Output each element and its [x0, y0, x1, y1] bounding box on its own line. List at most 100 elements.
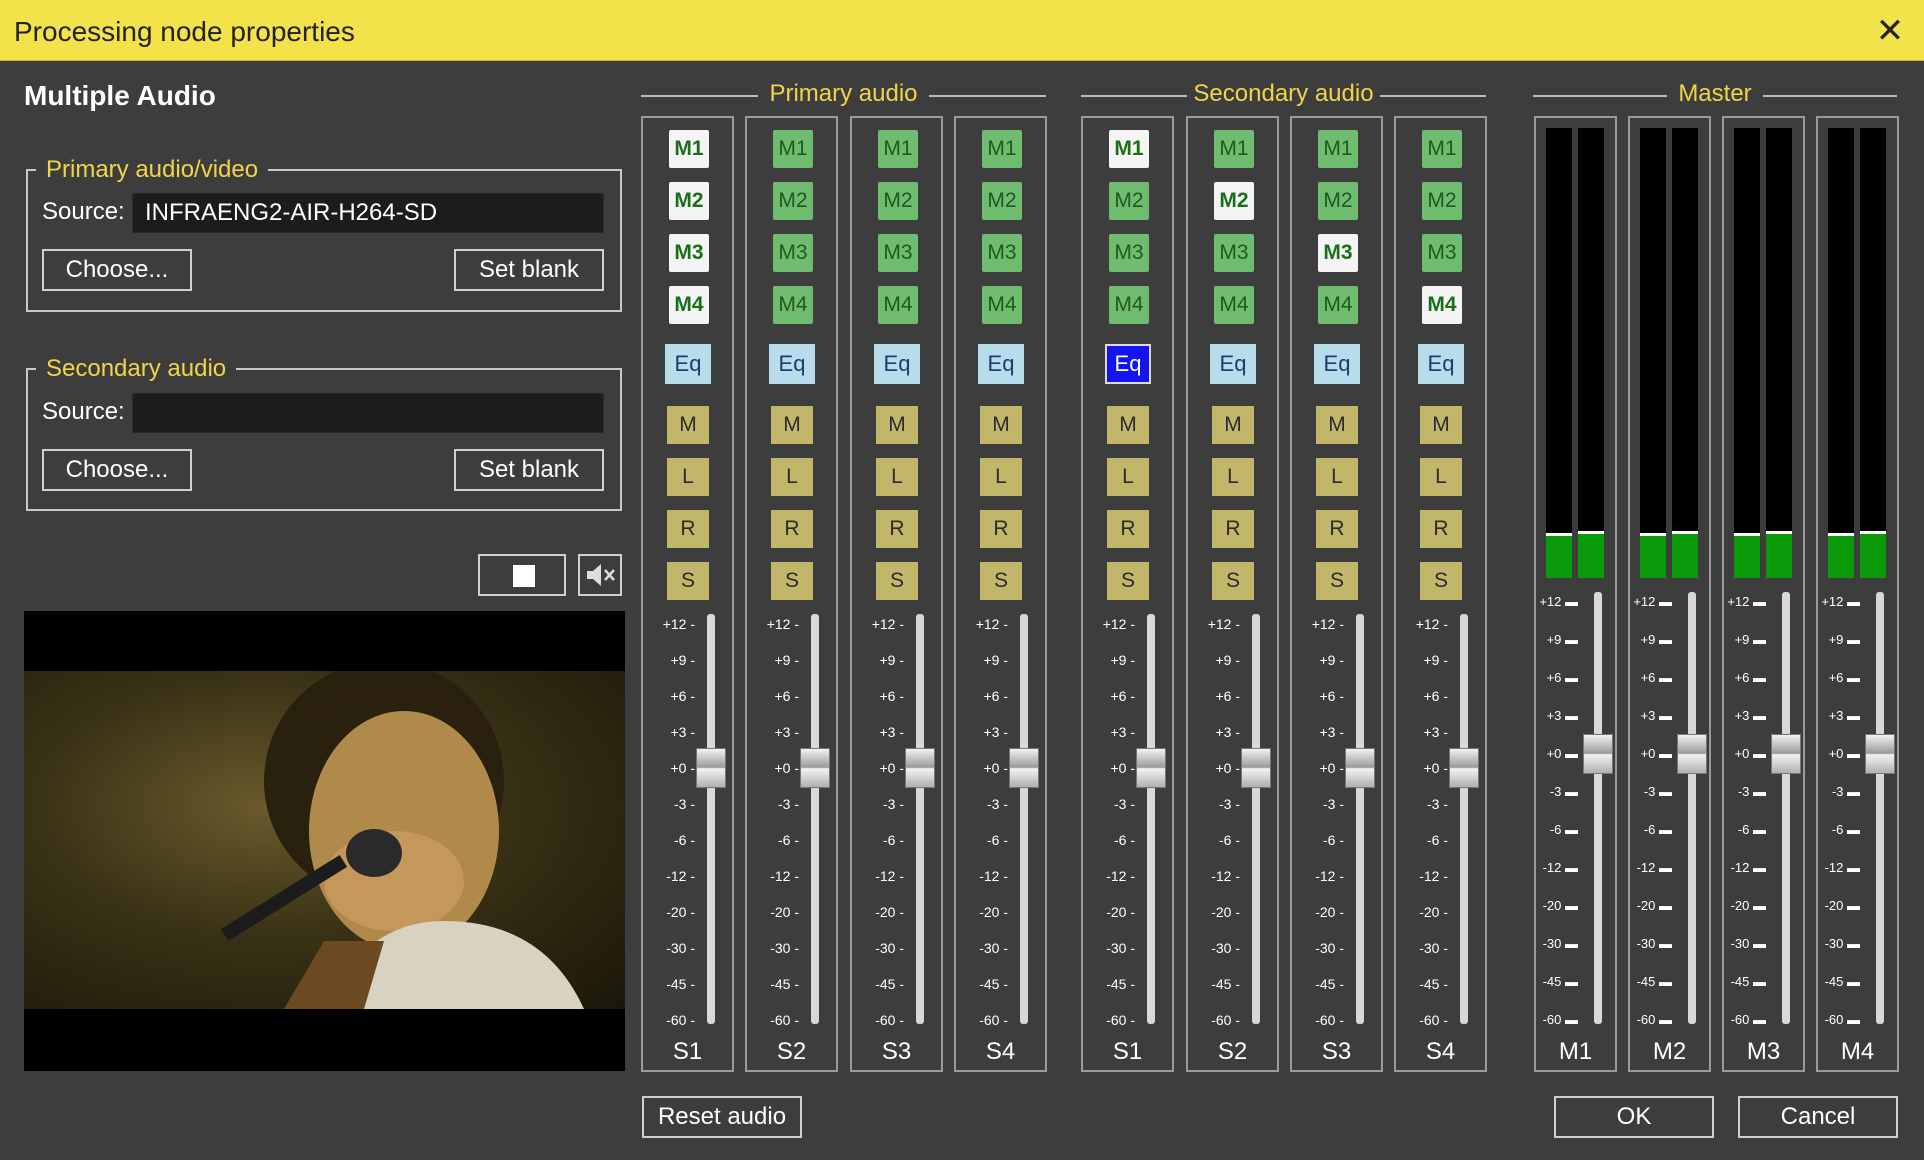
cancel-button[interactable]: Cancel — [1738, 1096, 1898, 1138]
route-button-m2[interactable]: M2 — [1109, 182, 1149, 220]
toggle-button-s[interactable]: S — [771, 562, 813, 600]
route-button-m3[interactable]: M3 — [1422, 234, 1462, 272]
route-button-m3[interactable]: M3 — [1214, 234, 1254, 272]
toggle-button-m[interactable]: M — [1107, 406, 1149, 444]
route-button-m1[interactable]: M1 — [982, 130, 1022, 168]
route-button-m1[interactable]: M1 — [1214, 130, 1254, 168]
route-button-m4[interactable]: M4 — [1214, 286, 1254, 324]
fader-track[interactable] — [1356, 614, 1364, 1024]
toggle-button-m[interactable]: M — [771, 406, 813, 444]
route-button-m2[interactable]: M2 — [773, 182, 813, 220]
fader-knob[interactable] — [1865, 734, 1895, 774]
fader-track[interactable] — [1147, 614, 1155, 1024]
secondary-choose-button[interactable]: Choose... — [42, 449, 192, 491]
toggle-button-s[interactable]: S — [1420, 562, 1462, 600]
eq-button[interactable]: Eq — [1314, 344, 1360, 384]
toggle-button-l[interactable]: L — [876, 458, 918, 496]
eq-button[interactable]: Eq — [769, 344, 815, 384]
primary-choose-button[interactable]: Choose... — [42, 249, 192, 291]
stop-button[interactable] — [478, 554, 566, 596]
toggle-button-m[interactable]: M — [980, 406, 1022, 444]
toggle-button-r[interactable]: R — [876, 510, 918, 548]
primary-set-blank-button[interactable]: Set blank — [454, 249, 604, 291]
toggle-button-l[interactable]: L — [771, 458, 813, 496]
toggle-button-s[interactable]: S — [1316, 562, 1358, 600]
route-button-m4[interactable]: M4 — [1318, 286, 1358, 324]
ok-button[interactable]: OK — [1554, 1096, 1714, 1138]
fader-knob[interactable] — [800, 748, 830, 788]
primary-source-field[interactable]: INFRAENG2-AIR-H264-SD — [132, 193, 604, 233]
route-button-m4[interactable]: M4 — [878, 286, 918, 324]
mute-button[interactable] — [578, 554, 622, 596]
toggle-button-r[interactable]: R — [1107, 510, 1149, 548]
fader-track[interactable] — [707, 614, 715, 1024]
eq-button[interactable]: Eq — [874, 344, 920, 384]
toggle-button-s[interactable]: S — [980, 562, 1022, 600]
toggle-button-m[interactable]: M — [876, 406, 918, 444]
route-button-m4[interactable]: M4 — [773, 286, 813, 324]
toggle-button-l[interactable]: L — [1420, 458, 1462, 496]
toggle-button-r[interactable]: R — [1212, 510, 1254, 548]
fader-track[interactable] — [1594, 592, 1602, 1024]
route-button-m4[interactable]: M4 — [669, 286, 709, 324]
route-button-m1[interactable]: M1 — [1109, 130, 1149, 168]
toggle-button-m[interactable]: M — [1316, 406, 1358, 444]
fader-knob[interactable] — [1009, 748, 1039, 788]
fader-knob[interactable] — [1771, 734, 1801, 774]
route-button-m3[interactable]: M3 — [1109, 234, 1149, 272]
route-button-m2[interactable]: M2 — [982, 182, 1022, 220]
route-button-m2[interactable]: M2 — [669, 182, 709, 220]
reset-audio-button[interactable]: Reset audio — [642, 1096, 802, 1138]
toggle-button-s[interactable]: S — [667, 562, 709, 600]
fader-track[interactable] — [1688, 592, 1696, 1024]
toggle-button-r[interactable]: R — [771, 510, 813, 548]
toggle-button-l[interactable]: L — [667, 458, 709, 496]
toggle-button-r[interactable]: R — [1316, 510, 1358, 548]
route-button-m3[interactable]: M3 — [982, 234, 1022, 272]
toggle-button-s[interactable]: S — [1212, 562, 1254, 600]
fader-knob[interactable] — [905, 748, 935, 788]
route-button-m2[interactable]: M2 — [1318, 182, 1358, 220]
eq-button[interactable]: Eq — [1210, 344, 1256, 384]
toggle-button-l[interactable]: L — [980, 458, 1022, 496]
eq-button[interactable]: Eq — [978, 344, 1024, 384]
fader-track[interactable] — [1020, 614, 1028, 1024]
route-button-m3[interactable]: M3 — [878, 234, 918, 272]
toggle-button-s[interactable]: S — [876, 562, 918, 600]
route-button-m1[interactable]: M1 — [1318, 130, 1358, 168]
route-button-m3[interactable]: M3 — [669, 234, 709, 272]
eq-button[interactable]: Eq — [1105, 344, 1151, 384]
eq-button[interactable]: Eq — [665, 344, 711, 384]
toggle-button-m[interactable]: M — [667, 406, 709, 444]
fader-track[interactable] — [916, 614, 924, 1024]
toggle-button-l[interactable]: L — [1107, 458, 1149, 496]
toggle-button-m[interactable]: M — [1212, 406, 1254, 444]
toggle-button-r[interactable]: R — [980, 510, 1022, 548]
toggle-button-r[interactable]: R — [667, 510, 709, 548]
fader-track[interactable] — [1876, 592, 1884, 1024]
fader-knob[interactable] — [696, 748, 726, 788]
route-button-m1[interactable]: M1 — [1422, 130, 1462, 168]
route-button-m1[interactable]: M1 — [878, 130, 918, 168]
close-icon[interactable]: ✕ — [1870, 8, 1910, 54]
route-button-m2[interactable]: M2 — [1214, 182, 1254, 220]
toggle-button-s[interactable]: S — [1107, 562, 1149, 600]
route-button-m1[interactable]: M1 — [773, 130, 813, 168]
route-button-m2[interactable]: M2 — [878, 182, 918, 220]
toggle-button-m[interactable]: M — [1420, 406, 1462, 444]
route-button-m3[interactable]: M3 — [1318, 234, 1358, 272]
toggle-button-l[interactable]: L — [1316, 458, 1358, 496]
fader-track[interactable] — [1460, 614, 1468, 1024]
fader-track[interactable] — [1782, 592, 1790, 1024]
route-button-m1[interactable]: M1 — [669, 130, 709, 168]
fader-knob[interactable] — [1449, 748, 1479, 788]
toggle-button-r[interactable]: R — [1420, 510, 1462, 548]
fader-knob[interactable] — [1241, 748, 1271, 788]
secondary-source-field[interactable] — [132, 393, 604, 433]
toggle-button-l[interactable]: L — [1212, 458, 1254, 496]
fader-track[interactable] — [1252, 614, 1260, 1024]
eq-button[interactable]: Eq — [1418, 344, 1464, 384]
route-button-m2[interactable]: M2 — [1422, 182, 1462, 220]
route-button-m4[interactable]: M4 — [1109, 286, 1149, 324]
fader-knob[interactable] — [1677, 734, 1707, 774]
